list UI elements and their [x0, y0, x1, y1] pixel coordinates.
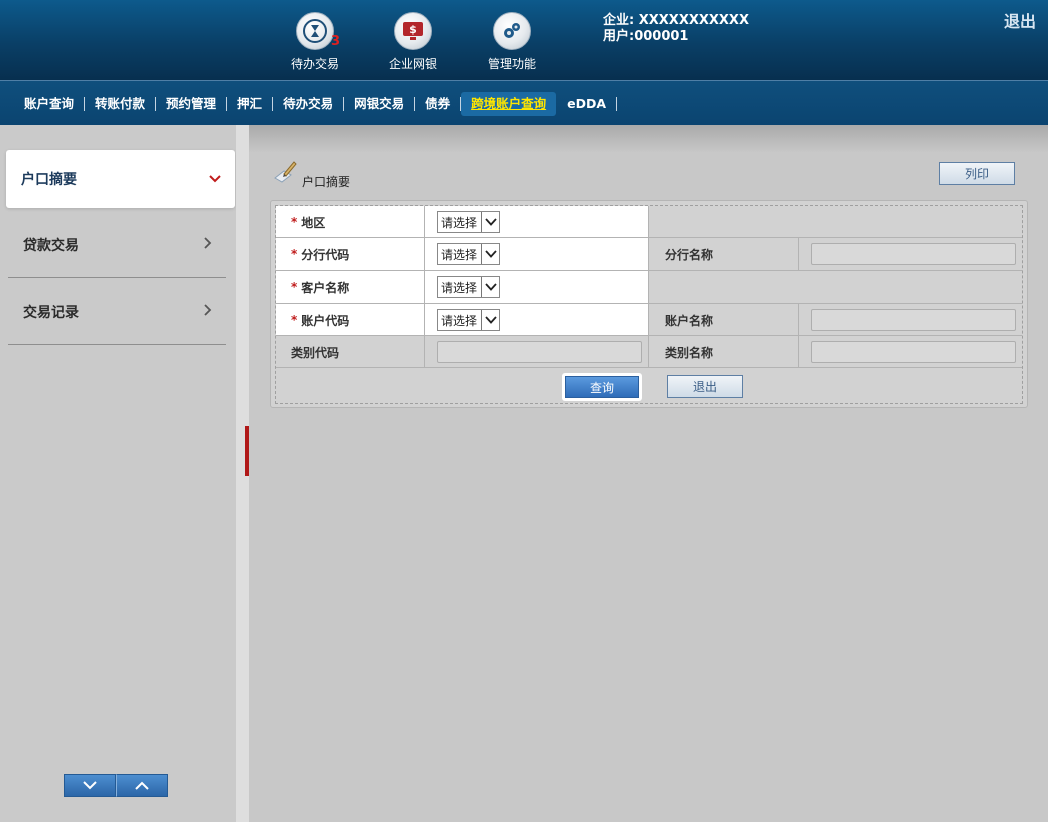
nav-bonds[interactable]: 债券: [415, 92, 460, 116]
company-name: 企业: XXXXXXXXXXX: [603, 13, 749, 28]
pending-transactions-shortcut[interactable]: 3 待办交易: [275, 12, 355, 72]
required-mark: *: [291, 215, 298, 229]
account-code-label: * 账户代码: [291, 304, 349, 336]
customer-name-label: * 客户名称: [291, 271, 349, 303]
nav-account-inquiry[interactable]: 账户查询: [14, 92, 84, 116]
corporate-banking-label: 企业网银: [388, 57, 437, 71]
category-code-label: 类别代码: [291, 345, 340, 360]
chevron-right-icon: [204, 237, 212, 253]
pending-count-badge: 3: [331, 34, 341, 49]
sidebar-item-account-summary[interactable]: 户口摘要: [6, 150, 235, 208]
account-name-label: 账户名称: [665, 313, 714, 328]
user-id: 用户:000001: [603, 29, 689, 44]
nav-transfer-payment[interactable]: 转账付款: [85, 92, 155, 116]
query-button[interactable]: 查询: [565, 376, 639, 398]
nav-scheduled-management[interactable]: 预约管理: [156, 92, 226, 116]
row-divider: [276, 367, 1022, 368]
pending-transactions-label: 待办交易: [290, 57, 339, 71]
branch-code-select-value: 请选择: [441, 247, 478, 262]
nav-pending-transactions[interactable]: 待办交易: [273, 92, 343, 116]
sidebar-item-label: 交易记录: [23, 305, 79, 321]
nav-negotiation[interactable]: 押汇: [227, 92, 272, 116]
sidebar-divider: [8, 277, 226, 278]
branch-name-field: [811, 243, 1016, 265]
account-code-select[interactable]: 请选择: [437, 309, 500, 331]
main-nav: 账户查询 转账付款 预约管理 押汇 待办交易 网银交易 债券 跨境账户查询 eD…: [0, 80, 1048, 125]
branch-code-label-text: 分行代码: [301, 247, 350, 262]
edit-pen-icon: [272, 160, 298, 187]
hourglass-icon: [296, 12, 334, 50]
chevron-down-icon: [481, 244, 499, 264]
gears-icon: [493, 12, 531, 50]
print-button[interactable]: 列印: [939, 162, 1015, 185]
user-info: 企业: XXXXXXXXXXX 用户:000001: [603, 13, 749, 45]
monitor-dollar-icon: $: [394, 12, 432, 50]
scroll-down-button[interactable]: [64, 774, 116, 797]
column-divider: [798, 303, 799, 368]
chevron-down-icon: [481, 277, 499, 297]
account-name-field: [811, 309, 1016, 331]
row-divider: [276, 270, 1022, 271]
branch-code-select[interactable]: 请选择: [437, 243, 500, 265]
chevron-down-icon: [481, 310, 499, 330]
chevron-up-icon: [135, 781, 149, 790]
scroll-up-button[interactable]: [116, 774, 168, 797]
sidebar-divider: [8, 344, 226, 345]
query-button-focus-ring: 查询: [562, 373, 642, 401]
column-divider: [798, 237, 799, 270]
nav-online-banking-transactions[interactable]: 网银交易: [344, 92, 414, 116]
column-divider: [424, 206, 425, 368]
category-code-field: [437, 341, 642, 363]
management-label: 管理功能: [487, 57, 536, 71]
chevron-down-icon: [209, 171, 221, 187]
category-name-field: [811, 341, 1016, 363]
sidebar-item-label: 户口摘要: [21, 172, 77, 188]
section-title: 户口摘要: [302, 175, 351, 189]
required-mark: *: [291, 313, 298, 327]
sidebar: 户口摘要 贷款交易 交易记录: [0, 125, 236, 822]
svg-text:$: $: [409, 23, 417, 36]
row-divider: [276, 335, 1022, 336]
region-select[interactable]: 请选择: [437, 211, 500, 233]
branch-code-label: * 分行代码: [291, 238, 349, 270]
sidebar-item-transaction-records[interactable]: 交易记录: [8, 283, 226, 341]
account-code-select-value: 请选择: [441, 313, 478, 328]
row-divider: [276, 237, 1022, 238]
sidebar-item-loan-transactions[interactable]: 贷款交易: [8, 216, 226, 274]
sidebar-item-label: 贷款交易: [23, 238, 79, 254]
row-divider: [276, 303, 1022, 304]
region-label-text: 地区: [301, 215, 326, 230]
corporate-banking-shortcut[interactable]: $ 企业网银: [373, 12, 453, 72]
top-header: 3 待办交易 $ 企业网银 管理功能 企业: XXXXXXXXXXX 用户:00…: [0, 0, 1048, 80]
nav-edda[interactable]: eDDA: [557, 92, 616, 116]
region-select-value: 请选择: [441, 215, 478, 230]
exit-button[interactable]: 退出: [667, 375, 743, 398]
sidebar-scroll-controls: [64, 774, 168, 797]
logout-link[interactable]: 退出: [1004, 8, 1036, 32]
required-mark: *: [291, 247, 298, 261]
customer-name-label-text: 客户名称: [301, 280, 350, 295]
customer-name-select-value: 请选择: [441, 280, 478, 295]
category-name-label: 类别名称: [665, 345, 714, 360]
chevron-down-icon: [481, 212, 499, 232]
branch-name-label: 分行名称: [665, 247, 714, 262]
management-shortcut[interactable]: 管理功能: [472, 12, 552, 72]
account-code-label-text: 账户代码: [301, 313, 350, 328]
chevron-right-icon: [204, 304, 212, 320]
column-divider: [648, 206, 649, 368]
required-mark: *: [291, 280, 298, 294]
region-label: * 地区: [291, 206, 325, 238]
customer-name-select[interactable]: 请选择: [437, 276, 500, 298]
nav-separator: [616, 97, 618, 111]
chevron-down-icon: [83, 781, 97, 790]
nav-cross-border-account-inquiry[interactable]: 跨境账户查询: [461, 92, 557, 116]
